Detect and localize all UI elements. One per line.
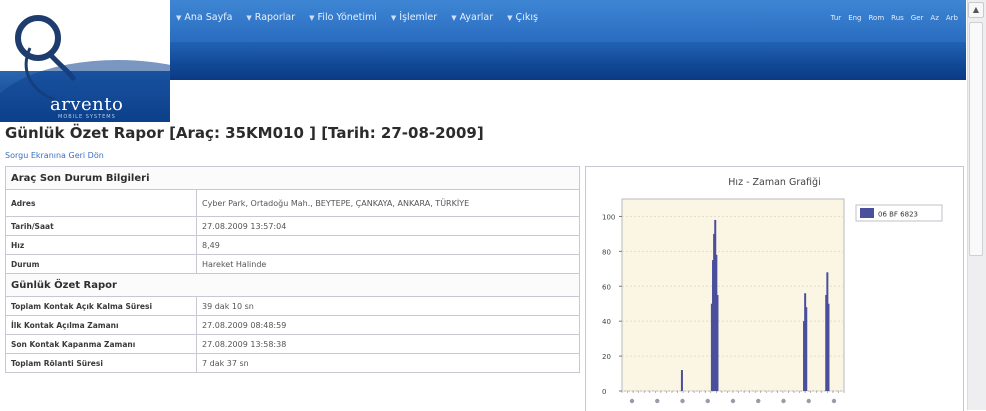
row-label: Durum (5, 254, 197, 274)
logo-subtext: MOBILE SYSTEMS (58, 114, 116, 120)
table-row: Hız 8,49 (5, 235, 580, 255)
scroll-up-icon[interactable]: ▲ (968, 2, 984, 18)
language-arb[interactable]: Arb (946, 14, 958, 22)
legend-label: 06 BF 6823 (878, 211, 918, 219)
row-label: Toplam Kontak Açık Kalma Süresi (5, 296, 197, 316)
nav-item-label: Filo Yönetimi (317, 12, 377, 23)
row-label: İlk Kontak Açılma Zamanı (5, 315, 197, 335)
x-tick-label (756, 398, 761, 404)
table-row: Toplam Kontak Açık Kalma Süresi 39 dak 1… (5, 296, 580, 316)
row-label: Son Kontak Kapanma Zamanı (5, 334, 197, 354)
vertical-scrollbar[interactable]: ▲ (967, 0, 986, 410)
language-rom[interactable]: Rom (869, 14, 885, 22)
x-tick-label (655, 398, 660, 404)
row-value: 39 dak 10 sn (196, 296, 580, 316)
language-eng[interactable]: Eng (848, 14, 861, 22)
row-label: Toplam Rölanti Süresi (5, 353, 197, 373)
table-row: Tarih/Saat 27.08.2009 13:57:04 (5, 216, 580, 236)
x-tick-label (730, 398, 736, 404)
legend-swatch (860, 208, 874, 218)
speed-time-chart-panel: Hız - Zaman Grafiği 0 20 40 60 80 100 06 BF 68… (585, 166, 964, 411)
row-value: 27.08.2009 08:48:59 (196, 315, 580, 335)
nav-item-label: İşlemler (399, 12, 438, 23)
logo-text: arvento (50, 94, 124, 115)
scrollbar-thumb[interactable] (969, 22, 983, 256)
language-az[interactable]: Az (930, 14, 938, 22)
nav-item-raporlar[interactable]: ▼ Raporlar (246, 12, 295, 23)
language-tur[interactable]: Tur (831, 14, 842, 22)
row-label: Hız (5, 235, 197, 255)
nav-item-ana-sayfa[interactable]: ▼ Ana Sayfa (176, 12, 232, 23)
x-tick-label (781, 398, 786, 404)
y-tick-label: 20 (602, 353, 611, 361)
row-value: 7 dak 37 sn (196, 353, 580, 373)
bar (716, 295, 719, 391)
row-label: Adres (5, 189, 197, 217)
menu-arrow-icon: ▼ (309, 13, 315, 22)
menu-arrow-icon: ▼ (246, 13, 252, 22)
nav-item-label: Çıkış (515, 12, 538, 23)
row-value: 8,49 (196, 235, 580, 255)
table-row: Durum Hareket Halinde (5, 254, 580, 274)
main-menu: ▼ Ana Sayfa ▼ Raporlar ▼ Filo Yönetimi ▼… (176, 12, 552, 23)
y-tick-label: 40 (602, 318, 611, 326)
y-tick-label: 100 (602, 213, 615, 221)
nav-item-cikis[interactable]: ▼ Çıkış (507, 12, 538, 23)
nav-item-label: Raporlar (254, 12, 296, 23)
language-selector: Tur Eng Rom Rus Ger Az Arb (831, 14, 958, 22)
menu-arrow-icon: ▼ (451, 13, 457, 22)
section-header-row: Araç Son Durum Bilgileri (5, 166, 580, 190)
plot-area (621, 198, 845, 392)
back-to-query-link[interactable]: Sorgu Ekranına Geri Dön (5, 151, 104, 160)
y-tick-label: 80 (602, 248, 611, 256)
row-value: Cyber Park, Ortadoğu Mah., BEYTEPE, ÇANK… (196, 189, 580, 217)
x-tick-label (831, 398, 837, 404)
speed-time-chart: 0 20 40 60 80 100 06 BF 6823 (602, 198, 943, 404)
table-row: Son Kontak Kapanma Zamanı 27.08.2009 13:… (5, 334, 580, 354)
table-row: İlk Kontak Açılma Zamanı 27.08.2009 08:4… (5, 315, 580, 335)
menu-arrow-icon: ▼ (176, 13, 182, 22)
menu-arrow-icon: ▼ (507, 13, 513, 22)
row-value: Hareket Halinde (196, 254, 580, 274)
language-ger[interactable]: Ger (911, 14, 924, 22)
language-rus[interactable]: Rus (891, 14, 904, 22)
menu-arrow-icon: ▼ (390, 13, 397, 22)
bar (827, 303, 830, 391)
top-navigation-bar: ▼ Ana Sayfa ▼ Raporlar ▼ Filo Yönetimi ▼… (170, 0, 966, 42)
nav-item-label: Ayarlar (459, 12, 494, 23)
nav-item-islemler[interactable]: ▼ İşlemler (391, 12, 437, 23)
section-header-row: Günlük Özet Rapor (5, 273, 580, 297)
header-band (170, 42, 966, 80)
nav-item-label: Ana Sayfa (184, 12, 233, 23)
nav-item-ayarlar[interactable]: ▼ Ayarlar (451, 12, 493, 23)
table-row: Adres Cyber Park, Ortadoğu Mah., BEYTEPE… (5, 189, 580, 217)
y-tick-label: 0 (602, 388, 606, 396)
nav-item-filo-yonetimi[interactable]: ▼ Filo Yönetimi (309, 12, 377, 23)
x-tick-label (806, 398, 811, 404)
table-row: Toplam Rölanti Süresi 7 dak 37 sn (5, 353, 580, 373)
report-table: Araç Son Durum Bilgileri Adres Cyber Par… (5, 166, 580, 373)
logo[interactable]: arvento MOBILE SYSTEMS (0, 0, 170, 122)
section-heading: Günlük Özet Rapor (5, 273, 580, 297)
x-tick-label (680, 398, 685, 404)
row-label: Tarih/Saat (5, 216, 197, 236)
row-value: 27.08.2009 13:57:04 (196, 216, 580, 236)
x-tick-label (705, 398, 710, 404)
row-value: 27.08.2009 13:58:38 (196, 334, 580, 354)
x-tick-label (629, 398, 635, 404)
bar (680, 370, 683, 391)
page-title: Günlük Özet Rapor [Araç: 35KM010 ] [Tari… (5, 124, 484, 142)
section-heading: Araç Son Durum Bilgileri (5, 166, 580, 190)
y-tick-label: 60 (602, 283, 611, 291)
bar (805, 307, 808, 391)
